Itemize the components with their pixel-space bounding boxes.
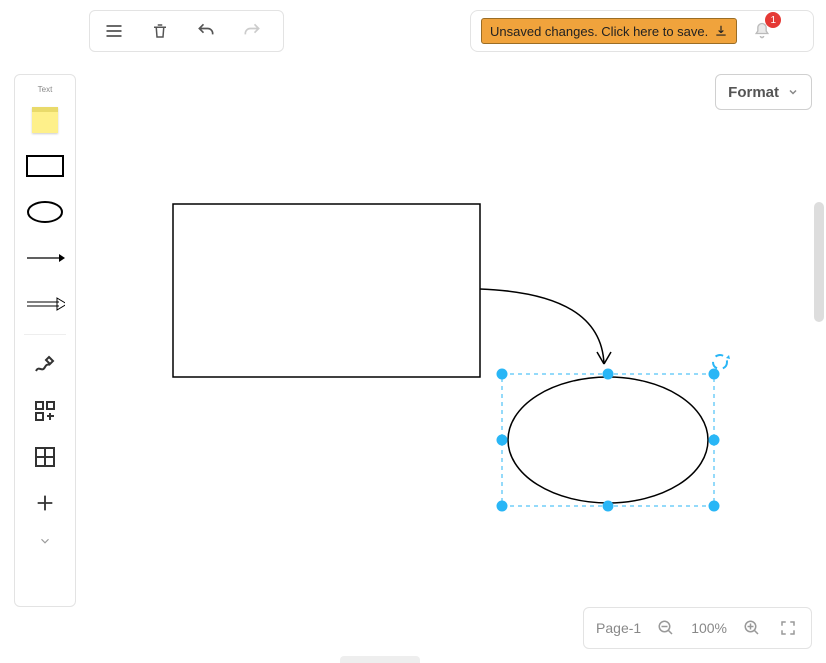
vertical-scrollbar[interactable] bbox=[814, 202, 824, 322]
shape-ellipse[interactable] bbox=[24, 192, 66, 232]
canvas-connector[interactable] bbox=[480, 289, 604, 364]
shape-text-tool[interactable]: Text bbox=[38, 85, 53, 94]
table-tool[interactable] bbox=[24, 437, 66, 477]
save-banner-text: Unsaved changes. Click here to save. bbox=[490, 24, 708, 39]
shape-sticky-note[interactable] bbox=[24, 100, 66, 140]
resize-handle-s[interactable] bbox=[603, 501, 614, 512]
canvas-rectangle[interactable] bbox=[173, 204, 480, 377]
zoom-out-button[interactable] bbox=[655, 617, 677, 639]
sidebar-divider bbox=[24, 334, 66, 335]
page-label[interactable]: Page-1 bbox=[596, 620, 641, 636]
redo-button[interactable] bbox=[236, 15, 268, 47]
resize-handle-e[interactable] bbox=[709, 435, 720, 446]
add-shape-tool[interactable] bbox=[24, 391, 66, 431]
shapes-panel: Text bbox=[14, 74, 76, 607]
bottom-drag-handle[interactable] bbox=[340, 656, 420, 663]
download-icon bbox=[714, 24, 728, 38]
save-banner: Unsaved changes. Click here to save. 1 bbox=[470, 10, 814, 52]
shape-rectangle[interactable] bbox=[24, 146, 66, 186]
redo-icon bbox=[242, 21, 262, 41]
save-changes-button[interactable]: Unsaved changes. Click here to save. bbox=[481, 18, 737, 44]
undo-button[interactable] bbox=[190, 15, 222, 47]
canvas-ellipse[interactable] bbox=[508, 377, 708, 503]
resize-handle-ne[interactable] bbox=[709, 369, 720, 380]
delete-button[interactable] bbox=[144, 15, 176, 47]
resize-handle-w[interactable] bbox=[497, 435, 508, 446]
zoom-in-button[interactable] bbox=[741, 617, 763, 639]
notifications-button[interactable]: 1 bbox=[749, 18, 775, 44]
zoom-level[interactable]: 100% bbox=[691, 620, 727, 636]
trash-icon bbox=[151, 22, 169, 40]
arrow-thin-icon bbox=[25, 250, 65, 266]
chevron-down-icon bbox=[38, 534, 52, 548]
canvas[interactable] bbox=[82, 62, 826, 607]
menu-button[interactable] bbox=[98, 15, 130, 47]
fullscreen-button[interactable] bbox=[777, 617, 799, 639]
resize-handle-sw[interactable] bbox=[497, 501, 508, 512]
freehand-icon bbox=[33, 353, 57, 377]
grid-plus-icon bbox=[33, 399, 57, 423]
insert-tool[interactable] bbox=[24, 483, 66, 523]
shape-arrow-thin[interactable] bbox=[24, 238, 66, 278]
undo-icon bbox=[196, 21, 216, 41]
shape-arrow-thick[interactable] bbox=[24, 284, 66, 324]
top-toolbar bbox=[89, 10, 284, 52]
fullscreen-icon bbox=[779, 619, 797, 637]
table-icon bbox=[33, 445, 57, 469]
sticky-note-icon bbox=[32, 107, 58, 133]
resize-handle-n[interactable] bbox=[603, 369, 614, 380]
zoom-out-icon bbox=[657, 619, 675, 637]
rectangle-icon bbox=[25, 154, 65, 178]
hamburger-icon bbox=[104, 21, 124, 41]
ellipse-icon bbox=[25, 199, 65, 225]
status-bar: Page-1 100% bbox=[583, 607, 812, 649]
notification-badge: 1 bbox=[765, 12, 781, 28]
rotation-handle[interactable] bbox=[713, 355, 730, 369]
freehand-tool[interactable] bbox=[24, 345, 66, 385]
resize-handle-se[interactable] bbox=[709, 501, 720, 512]
resize-handle-nw[interactable] bbox=[497, 369, 508, 380]
arrow-thick-icon bbox=[25, 296, 65, 312]
expand-sidebar[interactable] bbox=[24, 529, 66, 553]
zoom-in-icon bbox=[743, 619, 761, 637]
plus-icon bbox=[34, 492, 56, 514]
